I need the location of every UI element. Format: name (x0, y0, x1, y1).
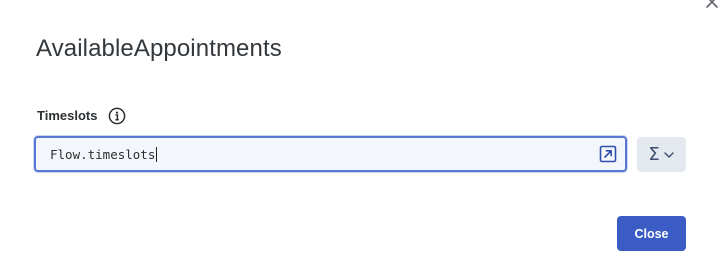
close-button[interactable]: Close (617, 216, 686, 251)
expression-menu-button[interactable]: Σ (637, 137, 686, 172)
sigma-icon: Σ (648, 143, 660, 165)
timeslots-expression-input[interactable]: Flow.timeslots (34, 136, 627, 172)
close-icon[interactable] (704, 0, 720, 10)
dialog-title: AvailableAppointments (36, 35, 282, 62)
text-caret (156, 147, 158, 162)
info-icon[interactable] (108, 107, 126, 125)
chevron-down-icon (663, 151, 674, 158)
appointments-dialog: AvailableAppointments Timeslots Flow.tim… (0, 0, 723, 276)
timeslots-input-value[interactable]: Flow.timeslots (50, 146, 158, 164)
expand-editor-icon[interactable] (599, 145, 617, 163)
timeslots-label: Timeslots (37, 108, 98, 123)
field-label-row: Timeslots (37, 106, 126, 126)
